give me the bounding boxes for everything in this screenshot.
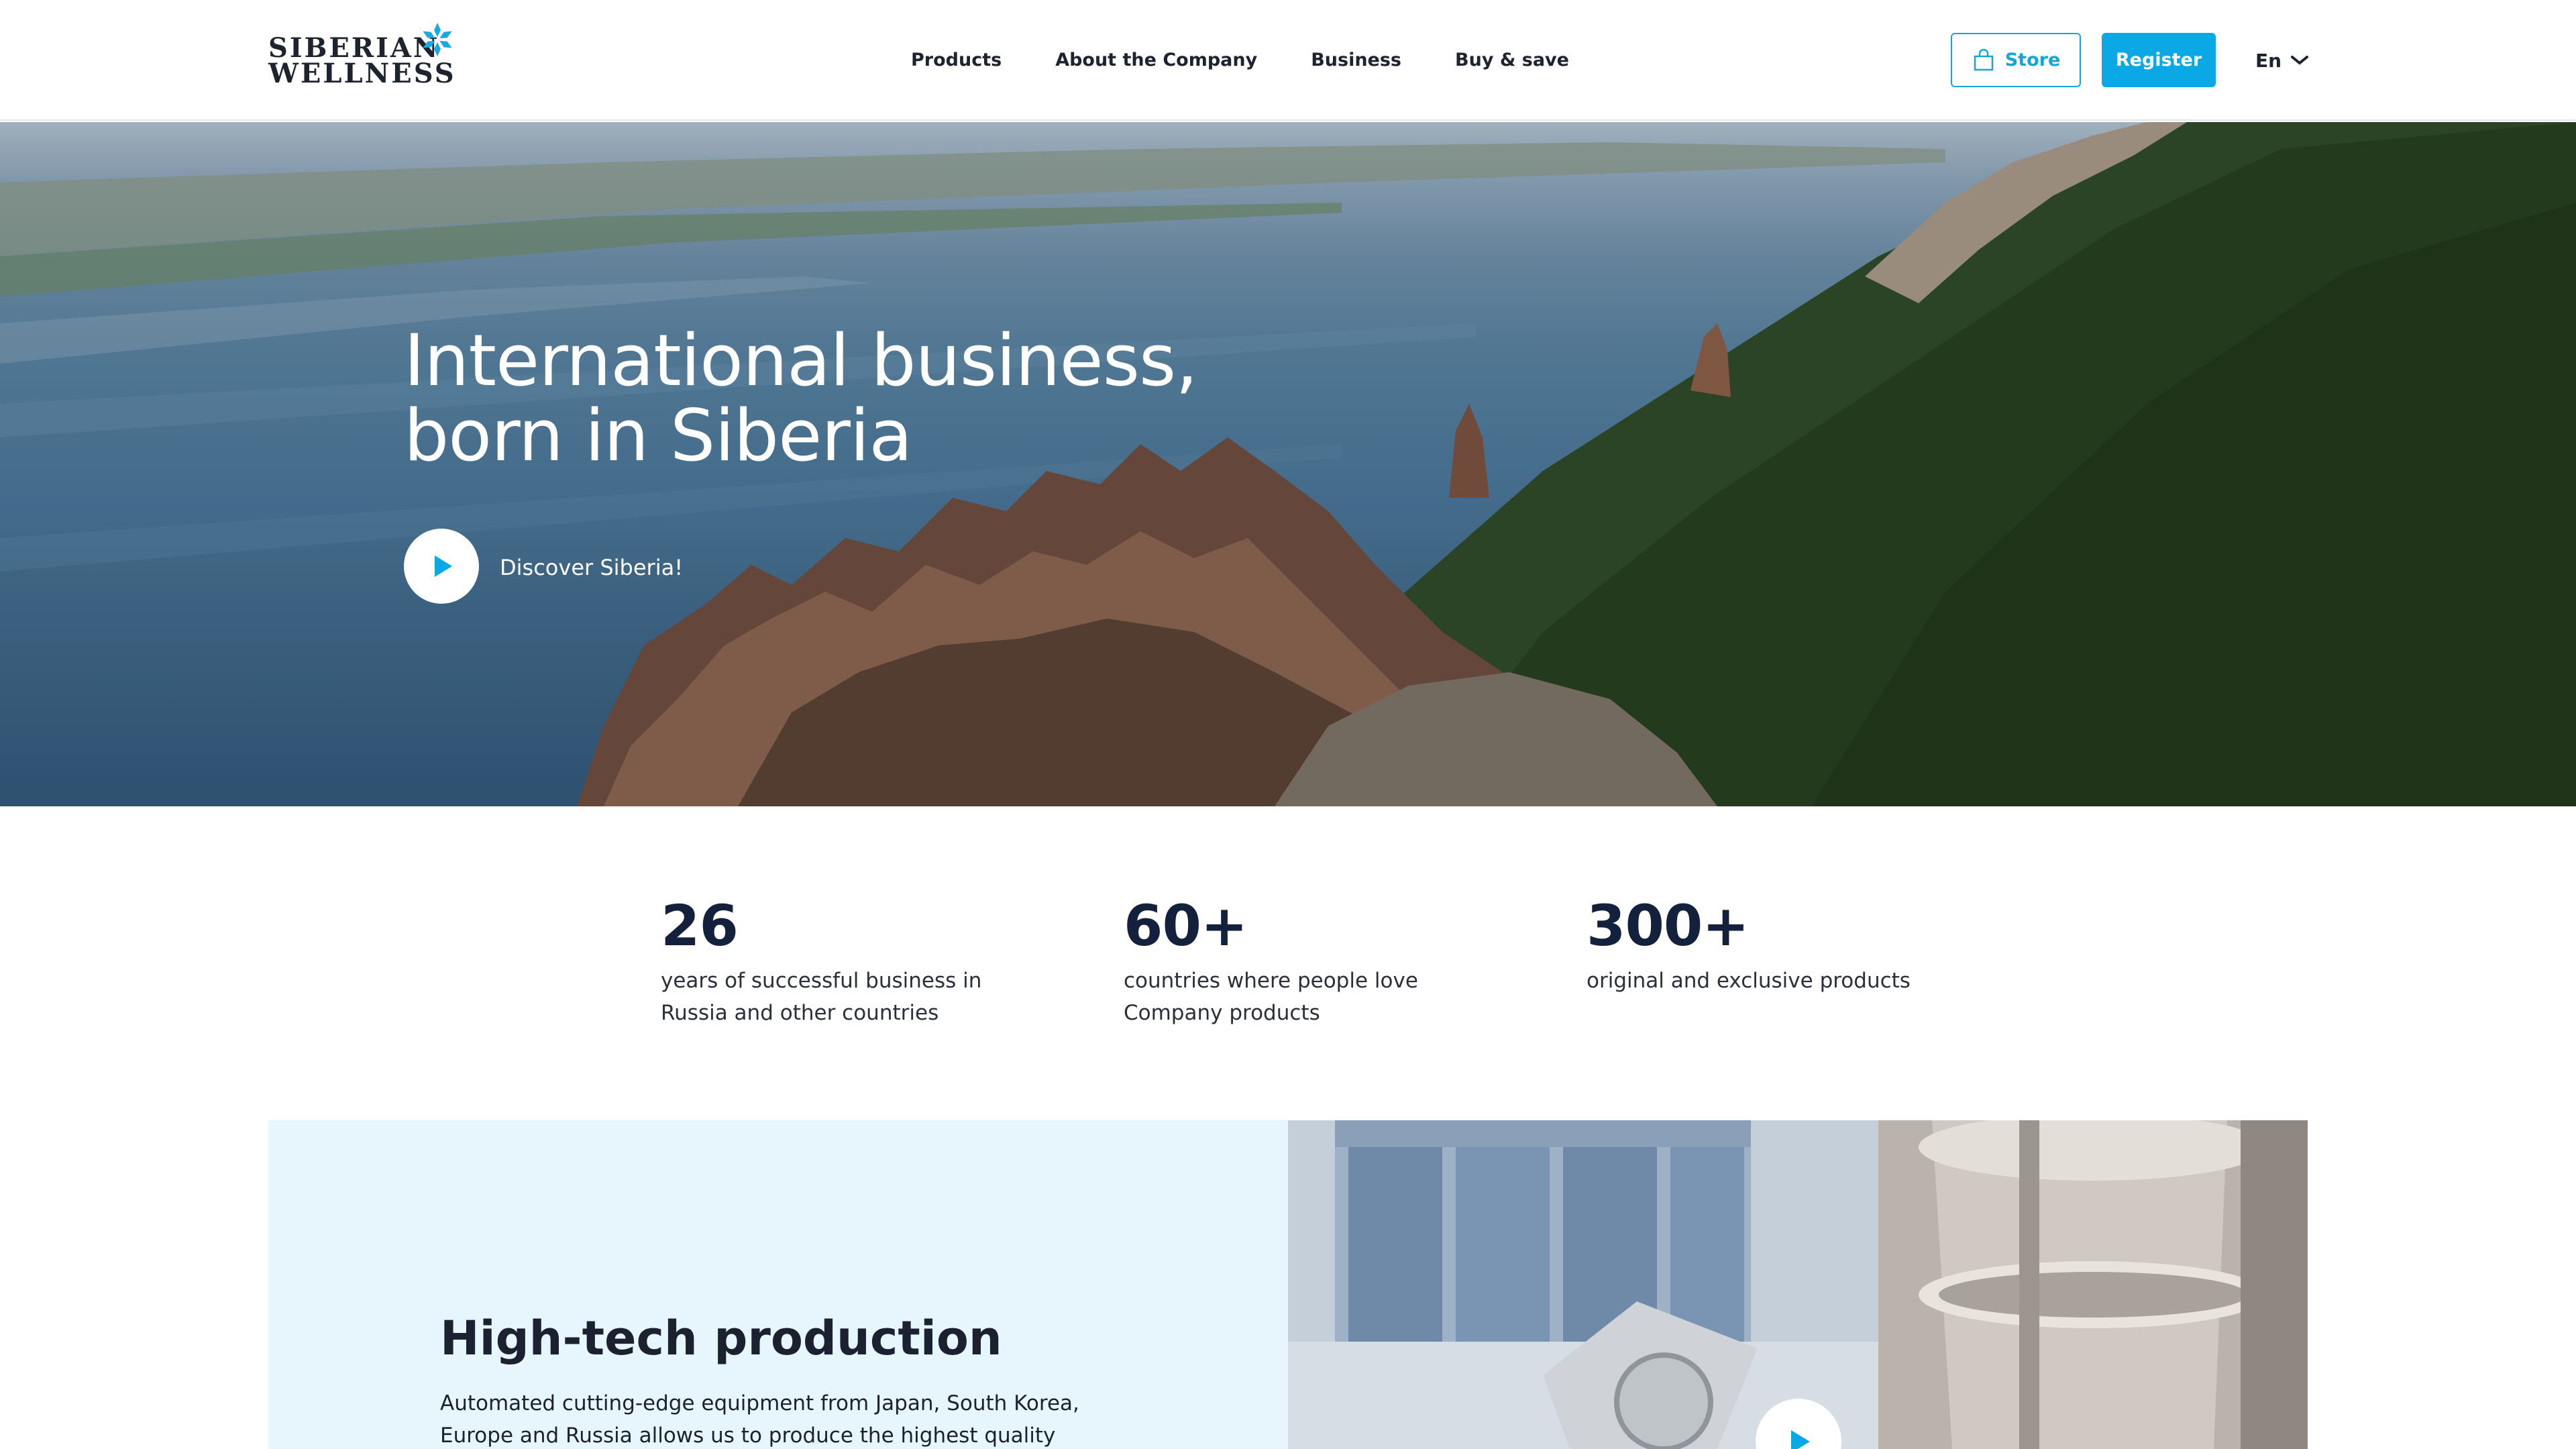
main-nav: Products About the Company Business Buy …: [911, 47, 1569, 74]
stat-description: years of successful business in Russia a…: [661, 969, 982, 1025]
feature-title: High-tech production: [440, 1311, 1002, 1366]
nav-item-business[interactable]: Business: [1311, 47, 1401, 74]
play-icon: [435, 555, 452, 577]
shopping-bag-icon: [1974, 48, 1993, 70]
nav-item-about-company[interactable]: About the Company: [1055, 47, 1257, 74]
stat-countries: 60+ countries where people love Company …: [1124, 892, 1472, 1029]
stat-products: 300+ original and exclusive products: [1587, 892, 1935, 997]
store-label: Store: [2004, 50, 2061, 70]
feature-description: Automated cutting-edge equipment from Ja…: [440, 1391, 1079, 1448]
hero-video-label[interactable]: Discover Siberia!: [500, 555, 683, 580]
nav-item-products[interactable]: Products: [911, 47, 1002, 74]
nav-item-buy-save[interactable]: Buy & save: [1455, 47, 1569, 74]
play-icon: [1791, 1430, 1810, 1449]
hero-banner: International business, born in Siberia …: [0, 122, 2576, 806]
language-selector[interactable]: En: [2255, 46, 2310, 75]
stat-value: 300+: [1587, 893, 1750, 959]
language-label: En: [2255, 49, 2282, 72]
stat-value: 60+: [1124, 893, 1248, 959]
logo-line-2: WELLNESS: [268, 58, 456, 89]
register-button[interactable]: Register: [2102, 33, 2216, 87]
site-header: SIBERIAN WELLNESS Products About the Com…: [0, 0, 2576, 121]
siberian-wellness-logo[interactable]: SIBERIAN WELLNESS: [268, 21, 463, 89]
stat-value: 26: [661, 893, 739, 959]
stat-years: 26 years of successful business in Russi…: [661, 892, 1010, 1029]
store-button[interactable]: Store: [1951, 33, 2081, 87]
hero-play-button[interactable]: [404, 529, 479, 604]
stat-description: original and exclusive products: [1587, 969, 1911, 993]
snowflake-icon: [423, 23, 452, 56]
chevron-down-icon: [2291, 56, 2309, 65]
hero-title: International business, born in Siberia: [404, 319, 1198, 477]
stat-description: countries where people love Company prod…: [1124, 969, 1418, 1025]
